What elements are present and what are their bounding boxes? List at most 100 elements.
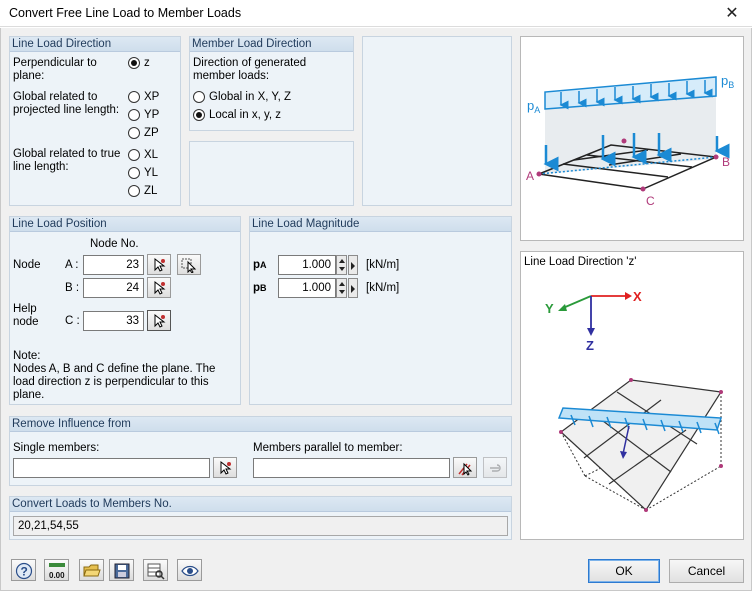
empty-panel-middle (189, 141, 354, 206)
group-heading: Member Load Direction (190, 37, 353, 52)
pick-cursor-icon (154, 280, 166, 295)
pick-node-c-button[interactable] (147, 310, 171, 331)
node-a-label: A (526, 169, 534, 183)
pick-node-a-button[interactable] (147, 254, 171, 275)
load-plane-illustration: pA pB A B C (526, 73, 734, 208)
radio-z[interactable] (128, 57, 140, 69)
pb-input[interactable]: 1.000 (278, 278, 336, 298)
node-label: Node (13, 259, 41, 271)
convert-loads-group: Convert Loads to Members No. 20,21,54,55 (9, 496, 512, 540)
single-members-input[interactable] (13, 458, 210, 478)
node-a-input[interactable]: 23 (83, 255, 144, 275)
node-b-label: B (722, 155, 730, 169)
save-icon (114, 563, 130, 579)
pa-unit: [kN/m] (366, 259, 400, 271)
pick-parallel-icon (458, 462, 473, 476)
pick-cursor-icon (220, 460, 232, 475)
radio-zp[interactable] (128, 127, 140, 139)
radio-xl-label: XL (144, 149, 159, 161)
pa-menu-button[interactable] (348, 255, 358, 275)
node-c-label: C (646, 194, 655, 208)
pick-cursor-icon (154, 313, 166, 328)
group-heading: Line Load Magnitude (250, 217, 511, 232)
pick-node-b-button[interactable] (147, 277, 171, 298)
pick-cursor-icon (154, 257, 166, 272)
pb-unit: [kN/m] (366, 282, 400, 294)
group-heading: Convert Loads to Members No. (10, 497, 511, 512)
node-c-input[interactable]: 33 (83, 311, 144, 331)
true-length-label: Global related to true line length: (13, 148, 121, 173)
group-heading: Line Load Position (10, 217, 240, 232)
projected-label: Global related to projected line length: (13, 91, 120, 116)
single-members-label: Single members: (13, 442, 100, 454)
radio-yp-label: YP (144, 109, 160, 121)
eye-icon (181, 565, 199, 577)
dialog-body: Line Load Direction Perpendicular to pla… (0, 28, 752, 591)
pb-field-label: pB (253, 282, 267, 294)
table-search-icon (147, 563, 165, 580)
node-b-input[interactable]: 24 (83, 278, 144, 298)
close-icon[interactable]: ✕ (712, 0, 752, 27)
empty-panel-right (362, 36, 512, 206)
cancel-button[interactable]: Cancel (669, 559, 744, 583)
load-direction-diagram: Line Load Direction 'z' X Y Z (520, 251, 744, 540)
radio-xl[interactable] (128, 149, 140, 161)
remove-influence-group: Remove Influence from Single members: Me… (9, 416, 512, 486)
window-title: Convert Free Line Load to Member Loads (9, 6, 242, 20)
node-b-field-label: B : (65, 282, 80, 294)
pa-spinner[interactable] (336, 255, 347, 275)
pb-menu-button[interactable] (348, 278, 358, 298)
group-heading: Remove Influence from (10, 417, 511, 432)
radio-global-label: Global in X, Y, Z (209, 91, 292, 103)
radio-zl[interactable] (128, 185, 140, 197)
note-title: Note: (13, 350, 41, 362)
pa-input[interactable]: 1.000 (278, 255, 336, 275)
radio-z-label: z (144, 57, 150, 69)
z-axis-label: Z (586, 338, 594, 353)
radio-zp-label: ZP (144, 127, 159, 139)
help-button[interactable]: ? (11, 559, 36, 581)
link-icon (490, 464, 501, 472)
load-plane-diagram: pA pB A B C (520, 36, 744, 241)
help-node-label: Help node (13, 303, 39, 328)
pick-single-members-button[interactable] (213, 457, 237, 478)
help-icon: ? (15, 562, 33, 580)
radio-yl[interactable] (128, 167, 140, 179)
save-button[interactable] (109, 559, 134, 581)
parallel-members-input[interactable] (253, 458, 450, 478)
parallel-option-button[interactable] (483, 457, 507, 478)
open-button[interactable] (79, 559, 104, 581)
member-load-direction-group: Member Load Direction Direction of gener… (189, 36, 354, 131)
note-text: Nodes A, B and C define the plane. The l… (13, 363, 216, 401)
node-a-field-label: A : (65, 259, 79, 271)
load-direction-illustration: X Y Z (545, 289, 723, 512)
radio-local-xyz[interactable] (193, 109, 205, 121)
radio-global-xyz[interactable] (193, 91, 205, 103)
convert-members-input: 20,21,54,55 (13, 516, 508, 536)
radio-local-label: Local in x, y, z (209, 109, 282, 121)
units-icon: 0.00 (49, 563, 65, 580)
line-load-position-group: Line Load Position Node No. Node A : 23 … (9, 216, 241, 405)
ok-button[interactable]: OK (588, 559, 660, 583)
node-c-field-label: C : (65, 315, 80, 327)
view-button[interactable] (177, 559, 202, 581)
pick-parallel-members-button[interactable] (453, 457, 477, 478)
radio-yl-label: YL (144, 167, 159, 179)
radio-yp[interactable] (128, 109, 140, 121)
table-button[interactable] (143, 559, 168, 581)
group-heading: Line Load Direction (10, 37, 180, 52)
perpendicular-label: Perpendicular to plane: (13, 57, 97, 82)
radio-xp-label: XP (144, 91, 160, 103)
radio-zl-label: ZL (144, 185, 158, 197)
line-load-magnitude-group: Line Load Magnitude pA 1.000 [kN/m] pB 1… (249, 216, 512, 405)
units-decimals-button[interactable]: 0.00 (44, 559, 69, 581)
pb-label: pB (721, 73, 734, 90)
svg-text:0.00: 0.00 (49, 571, 65, 580)
y-axis-label: Y (545, 301, 554, 316)
node-no-header: Node No. (90, 238, 139, 250)
parallel-members-label: Members parallel to member: (253, 442, 403, 454)
pb-spinner[interactable] (336, 278, 347, 298)
pa-field-label: pA (253, 259, 267, 271)
radio-xp[interactable] (128, 91, 140, 103)
select-nodes-button[interactable] (177, 254, 201, 275)
